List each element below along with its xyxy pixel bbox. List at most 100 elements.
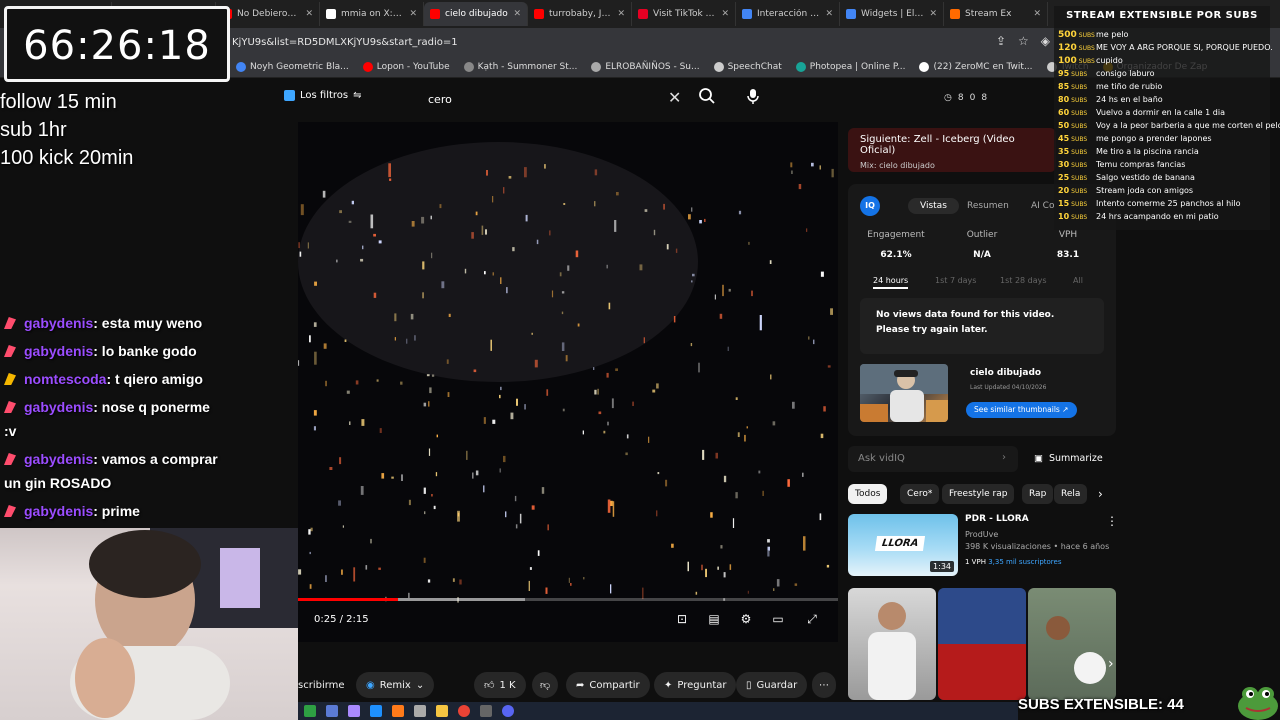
subs-goal-unit: SUBS xyxy=(1071,162,1088,169)
subs-goal-text: 24 hs en el baño xyxy=(1096,95,1163,104)
video-player[interactable]: 0:25 / 2:15 ⊡ ▤ ⚙ ▭ ⤢ xyxy=(298,122,838,642)
remix-label: Remix xyxy=(379,679,411,691)
extension-icon[interactable]: ◈ xyxy=(1041,34,1050,48)
subs-goal-unit: SUBS xyxy=(1071,97,1088,104)
bookmark-label: ELROBAÑIÑOS - Su... xyxy=(605,61,700,72)
tab-favicon-icon xyxy=(430,9,440,19)
save-button[interactable]: ▯ Guardar xyxy=(736,672,808,698)
vidiq-player-icon[interactable]: ⊡ xyxy=(674,612,690,626)
subscribe-button[interactable]: scribirme xyxy=(298,672,355,698)
microphone-icon[interactable] xyxy=(744,87,762,105)
browser-tab[interactable]: cielo dibujado ✕ xyxy=(424,2,528,26)
chat-text: : vamos a comprar xyxy=(93,451,218,467)
tab-close-icon[interactable]: ✕ xyxy=(825,9,833,19)
subtitles-icon[interactable]: ▤ xyxy=(706,612,722,626)
send-arrow-icon[interactable]: › xyxy=(1002,452,1006,463)
period-all[interactable]: All xyxy=(1073,276,1083,285)
cast-icon[interactable]: ⇪ xyxy=(996,34,1006,48)
bookmark-label: Photopea | Online P... xyxy=(809,61,906,72)
subs-goal-row: 85 SUBS me tiño de rubio xyxy=(1058,80,1162,93)
tab-ai-coach[interactable]: AI Co xyxy=(1031,198,1054,214)
taskbar-app-icon[interactable] xyxy=(370,705,382,717)
ask-button[interactable]: ✦ Preguntar xyxy=(654,672,737,698)
remix-button[interactable]: ◉ Remix ⌄ xyxy=(356,672,435,698)
ask-label: Preguntar xyxy=(677,679,727,691)
bookmark-item[interactable]: SpeechChat xyxy=(713,61,782,72)
more-vertical-icon[interactable]: ⋮ xyxy=(1106,514,1118,528)
short-thumbnail[interactable] xyxy=(1028,588,1116,700)
taskbar-app-icon[interactable] xyxy=(348,705,360,717)
browser-tab[interactable]: No Debieron Res ✕ xyxy=(216,2,320,26)
browser-tab[interactable]: Widgets | El mejo ✕ xyxy=(840,2,944,26)
theater-mode-icon[interactable]: ▭ xyxy=(770,612,786,626)
chip-freestyle-rap[interactable]: Freestyle rap xyxy=(942,484,1015,504)
browser-tab[interactable]: mmia on X: "? qu ✕ xyxy=(320,2,424,26)
bookmark-item[interactable]: Photopea | Online P... xyxy=(795,61,906,72)
chip-rap[interactable]: Rap xyxy=(1022,484,1054,504)
city-light xyxy=(561,291,565,294)
taskbar-app-icon[interactable] xyxy=(414,705,426,717)
search-icon[interactable] xyxy=(698,87,716,105)
like-button[interactable]: 👍︎ 1 K xyxy=(474,672,526,698)
browser-tab[interactable]: Interacción | El m ✕ xyxy=(736,2,840,26)
discord-icon[interactable] xyxy=(502,705,514,717)
tab-close-icon[interactable]: ✕ xyxy=(721,9,729,19)
chevron-right-icon[interactable]: › xyxy=(1098,487,1103,501)
chip-todos[interactable]: Todos xyxy=(848,484,888,504)
taskbar-app-icon[interactable] xyxy=(392,705,404,717)
bookmark-item[interactable]: (22) ZeroMC en Twit... xyxy=(919,61,1033,72)
chrome-icon[interactable] xyxy=(458,705,470,717)
clear-search-icon[interactable]: ✕ xyxy=(668,88,681,107)
bookmark-item[interactable]: Lopon - YouTube xyxy=(362,61,450,72)
browser-tab[interactable]: Visit TikTok to dis ✕ xyxy=(632,2,736,26)
taskbar-app-icon[interactable] xyxy=(480,705,492,717)
progress-bar[interactable] xyxy=(298,598,838,601)
short-thumbnail[interactable] xyxy=(848,588,936,700)
tab-close-icon[interactable]: ✕ xyxy=(617,9,625,19)
bookmark-favicon-icon xyxy=(591,61,602,72)
ask-vidiq-input[interactable]: Ask vidIQ xyxy=(848,446,1018,472)
city-light xyxy=(499,468,501,473)
chip-cero[interactable]: Cero* xyxy=(900,484,940,504)
tab-close-icon[interactable]: ✕ xyxy=(513,9,521,19)
subs-goal-count: 35 SUBS xyxy=(1058,145,1096,159)
period-first-7-days[interactable]: 1st 7 days xyxy=(935,276,976,285)
dislike-button[interactable]: 👎︎ xyxy=(532,672,559,698)
taskbar-app-icon[interactable] xyxy=(436,705,448,717)
up-next-card[interactable]: Siguiente: Zell - Iceberg (Video Oficial… xyxy=(848,128,1056,172)
recommended-channel[interactable]: ProdUve xyxy=(965,530,998,539)
video-thumbnail[interactable] xyxy=(860,364,948,422)
recommended-thumbnail[interactable]: LLORA 1:34 xyxy=(848,514,958,576)
summarize-button[interactable]: ▣ Summarize xyxy=(1034,446,1103,472)
period-first-28-days[interactable]: 1st 28 days xyxy=(1000,276,1047,285)
tab-close-icon[interactable]: ✕ xyxy=(1033,9,1041,19)
short-thumbnail[interactable] xyxy=(938,588,1026,700)
bookmark-item[interactable]: Noyh Geometric Bla... xyxy=(236,61,349,72)
more-actions-button[interactable]: ⋯ xyxy=(812,672,836,698)
tab-vistas[interactable]: Vistas xyxy=(908,198,959,214)
tab-close-icon[interactable]: ✕ xyxy=(409,9,417,19)
taskbar-app-icon[interactable] xyxy=(304,705,316,717)
city-light xyxy=(656,383,659,389)
bookmark-item[interactable]: ELROBAÑIÑOS - Su... xyxy=(591,61,700,72)
taskbar-app-icon[interactable] xyxy=(326,705,338,717)
period-24-hours[interactable]: 24 hours xyxy=(873,276,909,289)
tab-close-icon[interactable]: ✕ xyxy=(929,9,937,19)
search-input[interactable]: cero xyxy=(418,84,694,114)
share-button[interactable]: ➦ Compartir xyxy=(566,672,650,698)
tab-resumen[interactable]: Resumen xyxy=(967,198,1009,214)
recommended-video[interactable]: LLORA 1:34 PDR - LLORA ProdUve 398 K vis… xyxy=(848,514,1118,576)
fullscreen-icon[interactable]: ⤢ xyxy=(804,612,820,626)
url-text[interactable]: KjYU9s&list=RD5DMLXKjYU9s&start_radio=1 xyxy=(232,37,458,48)
tab-close-icon[interactable]: ✕ xyxy=(305,9,313,19)
settings-gear-icon[interactable]: ⚙ xyxy=(738,612,754,626)
bookmark-item[interactable]: Kạth - Summoner St... xyxy=(463,61,577,72)
browser-tab[interactable]: turrobaby, Jon Z ✕ xyxy=(528,2,632,26)
chevron-right-icon[interactable]: › xyxy=(1108,656,1114,672)
bookmark-star-icon[interactable]: ☆ xyxy=(1018,34,1029,48)
browser-tab[interactable]: Stream Ex ✕ xyxy=(944,2,1048,26)
filters-button[interactable]: Los filtros ⇋ xyxy=(284,90,362,101)
chip-related[interactable]: Rela xyxy=(1054,484,1088,504)
similar-thumbnails-button[interactable]: See similar thumbnails ↗ xyxy=(966,402,1077,418)
recommended-title[interactable]: PDR - LLORA xyxy=(965,514,1029,524)
